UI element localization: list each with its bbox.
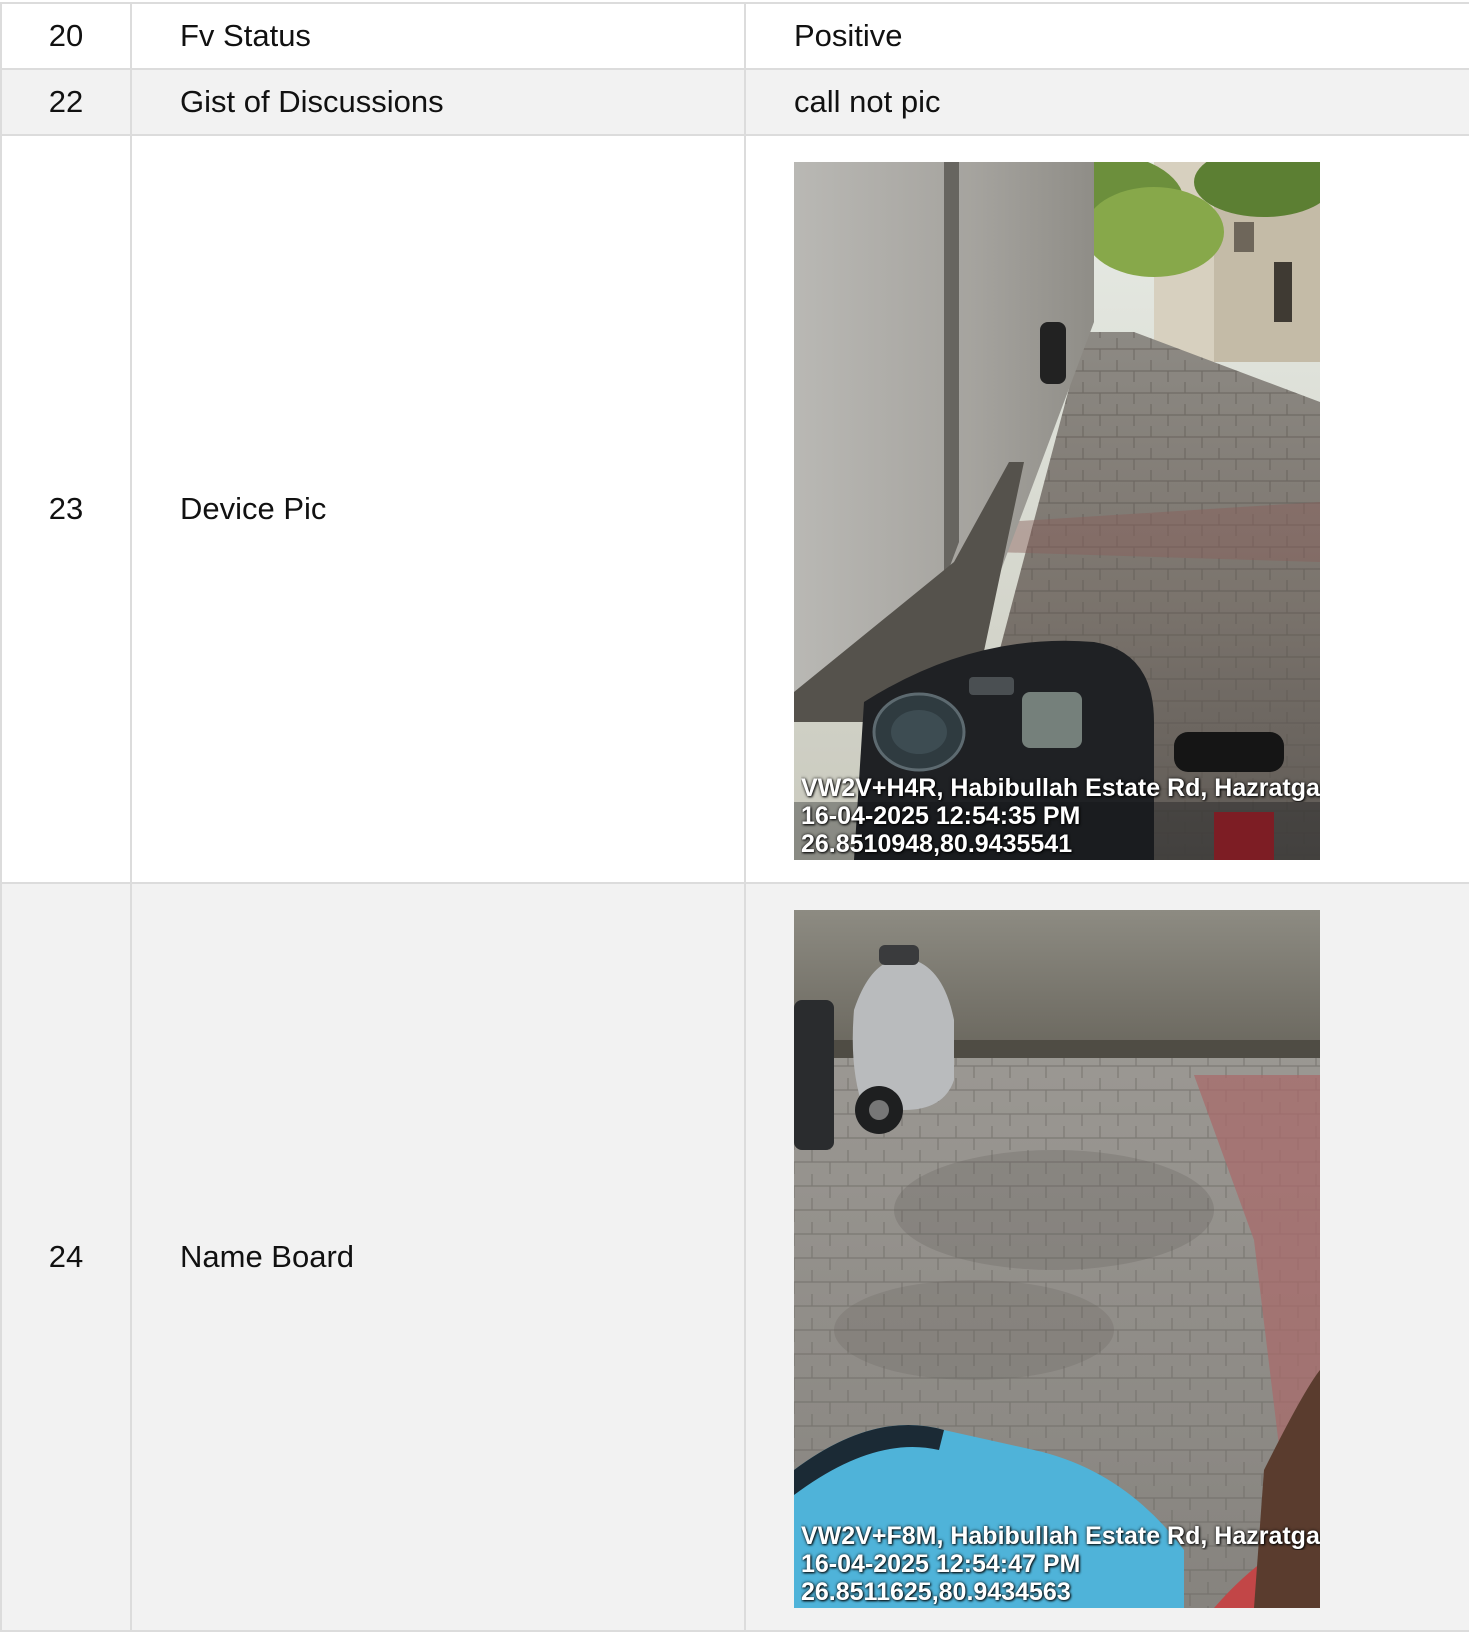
field-value: VW2V+F8M, Habibullah Estate Rd, Hazratga… xyxy=(744,882,1469,1632)
geotag-coordinates: 26.8511625,80.9434563 xyxy=(801,1578,1071,1606)
geotag-address: VW2V+H4R, Habibullah Estate Rd, Hazratga… xyxy=(801,774,1320,802)
geotag-datetime: 16-04-2025 12:54:47 PM xyxy=(801,1550,1081,1578)
field-label: Gist of Discussions xyxy=(130,68,746,136)
row-number: 24 xyxy=(0,882,132,1632)
parking-scene-image xyxy=(794,910,1320,1608)
row-number: 23 xyxy=(0,134,132,884)
geotag-coordinates: 26.8510948,80.9435541 xyxy=(801,830,1073,858)
table-row: 24 Name Board VW2V+F8M, Habibullah Estat… xyxy=(0,882,1469,1632)
table-row: 22 Gist of Discussions call not pic xyxy=(0,68,1469,136)
table-row: 23 Device Pic VW2V+H4R, Habibullah Estat… xyxy=(0,134,1469,884)
device-photo: VW2V+H4R, Habibullah Estate Rd, Hazratga… xyxy=(794,162,1320,860)
table-row: 20 Fv Status Positive xyxy=(0,2,1469,70)
field-value: Positive xyxy=(744,2,1469,70)
field-value: VW2V+H4R, Habibullah Estate Rd, Hazratga… xyxy=(744,134,1469,884)
field-verification-table: 20 Fv Status Positive 22 Gist of Discuss… xyxy=(0,2,1469,1632)
field-label: Device Pic xyxy=(130,134,746,884)
photo-geotag-stamp: VW2V+H4R, Habibullah Estate Rd, Hazratga… xyxy=(801,774,1320,858)
field-label: Name Board xyxy=(130,882,746,1632)
street-scene-image xyxy=(794,162,1320,860)
field-label: Fv Status xyxy=(130,2,746,70)
geotag-datetime: 16-04-2025 12:54:35 PM xyxy=(801,802,1081,830)
field-value: call not pic xyxy=(744,68,1469,136)
row-number: 22 xyxy=(0,68,132,136)
photo-geotag-stamp: VW2V+F8M, Habibullah Estate Rd, Hazratga… xyxy=(801,1522,1320,1606)
geotag-address: VW2V+F8M, Habibullah Estate Rd, Hazratga… xyxy=(801,1522,1320,1550)
name-board-photo: VW2V+F8M, Habibullah Estate Rd, Hazratga… xyxy=(794,910,1320,1608)
row-number: 20 xyxy=(0,2,132,70)
